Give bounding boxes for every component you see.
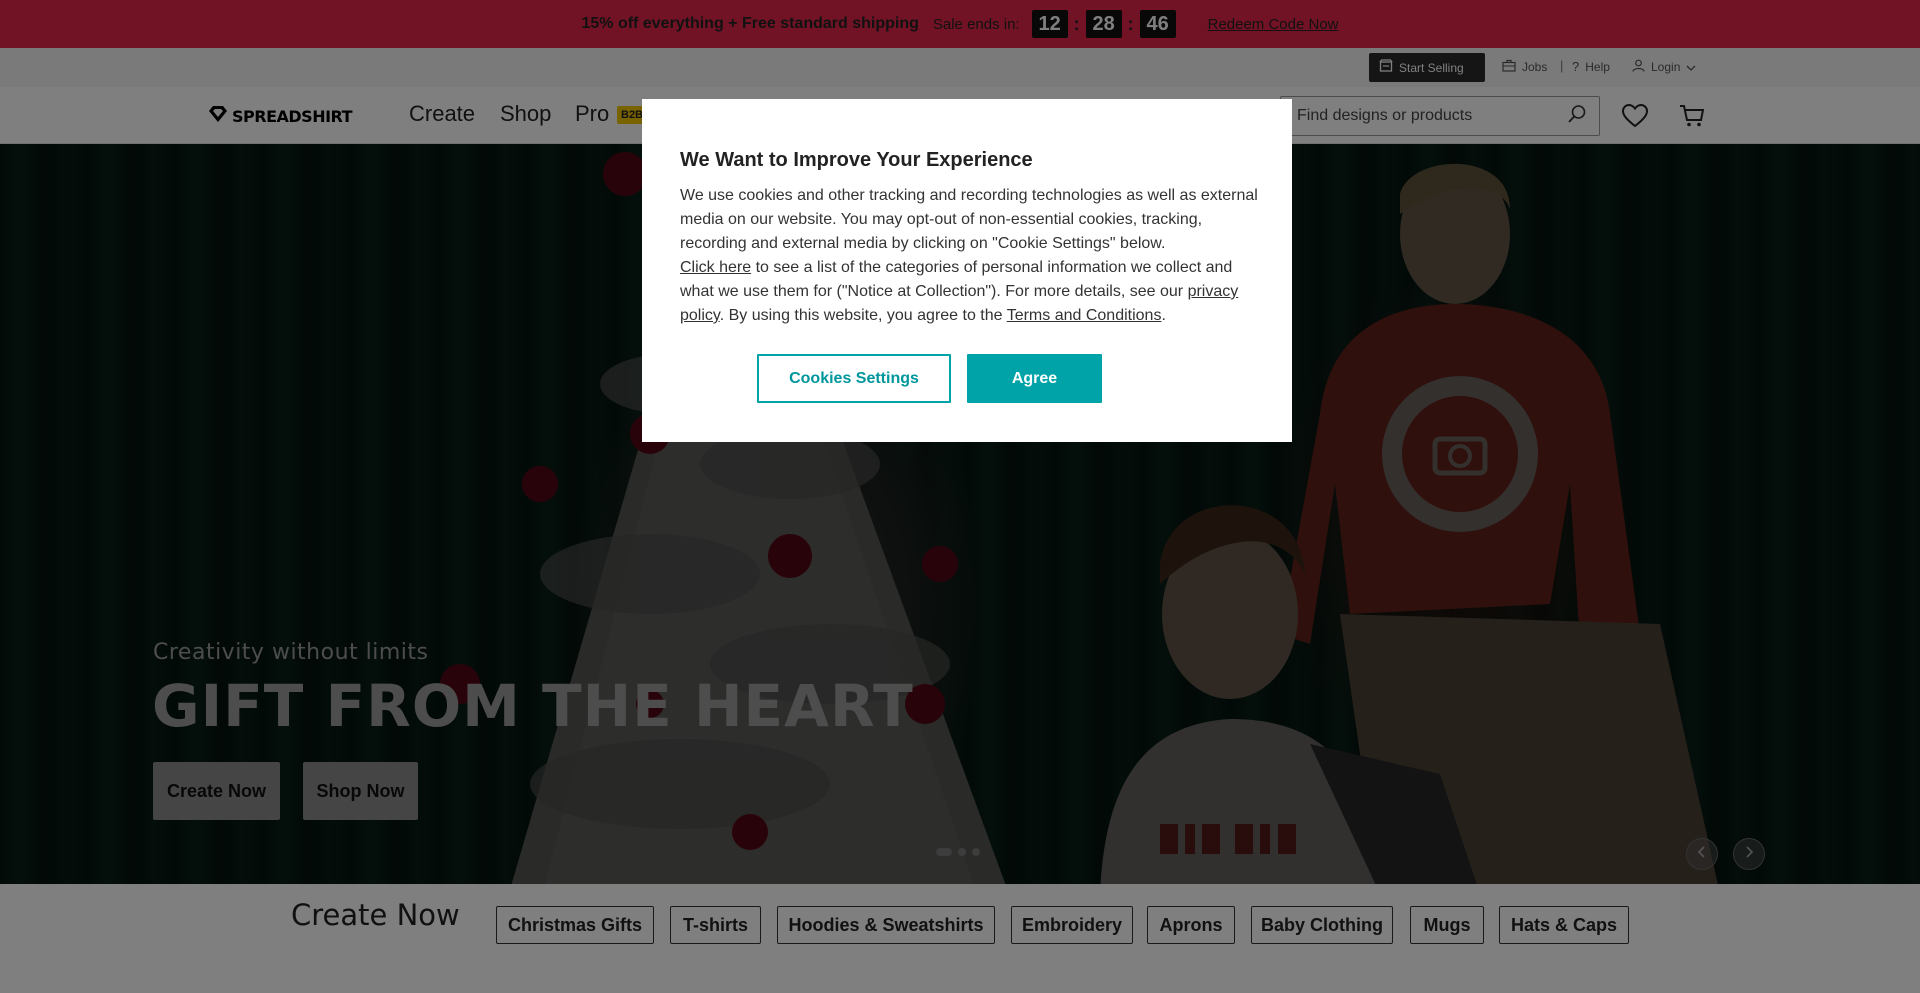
cookie-dialog-text: We use cookies and other tracking and re… [680, 184, 1260, 328]
terms-link[interactable]: Terms and Conditions [1007, 307, 1162, 324]
cookie-text-part: . [1161, 307, 1166, 324]
cookie-dialog-title: We Want to Improve Your Experience [680, 149, 1033, 171]
cookies-settings-button[interactable]: Cookies Settings [757, 354, 951, 403]
cookie-text-part: We use cookies and other tracking and re… [680, 187, 1258, 252]
cookie-text-part: . By using this website, you agree to th… [719, 307, 1007, 324]
cookie-text-part: to see a list of the categories of perso… [680, 259, 1233, 300]
agree-button[interactable]: Agree [967, 354, 1102, 403]
cookie-consent-dialog: We Want to Improve Your Experience We us… [642, 99, 1292, 442]
click-here-link[interactable]: Click here [680, 259, 751, 276]
